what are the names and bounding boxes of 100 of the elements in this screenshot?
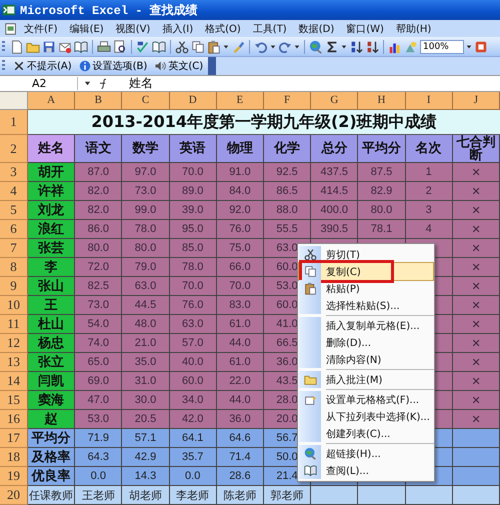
table-cell: 57.1 — [122, 429, 170, 448]
row-header[interactable]: 4 — [0, 182, 28, 201]
row-header[interactable]: 1 — [0, 110, 28, 135]
table-cell: 64.1 — [170, 429, 217, 448]
menu-item[interactable]: 设置单元格格式(F)... — [299, 391, 433, 408]
menu-item[interactable]: 视图(V) — [110, 22, 156, 36]
table-cell: 66.0 — [216, 258, 264, 277]
table-cell: ✕ — [452, 372, 500, 391]
column-header[interactable]: B — [75, 92, 122, 110]
menu-item[interactable]: 插入批注(M) — [299, 371, 433, 388]
row-header[interactable]: 14 — [0, 372, 28, 391]
column-heading: 平均分 — [358, 135, 406, 163]
table-cell: 95.0 — [170, 220, 217, 239]
formula-field[interactable]: 姓名 — [115, 75, 500, 92]
column-header[interactable]: A — [28, 92, 76, 110]
row-header[interactable]: 10 — [0, 296, 28, 315]
row-header[interactable]: 9 — [0, 277, 28, 296]
table-cell: 0.0 — [75, 467, 122, 486]
row-header[interactable]: 17 — [0, 429, 28, 448]
row-header[interactable]: 18 — [0, 448, 28, 467]
table-cell: 390.5 — [311, 220, 358, 239]
row-header[interactable]: 2 — [0, 135, 28, 163]
row-header[interactable]: 11 — [0, 315, 28, 334]
column-header[interactable]: F — [264, 92, 312, 110]
table-cell: 2 — [406, 182, 453, 201]
menu-item[interactable]: 插入(I) — [156, 22, 200, 36]
table-cell: 20.5 — [122, 410, 170, 429]
table-cell: 35.7 — [170, 448, 217, 467]
row-header[interactable]: 7 — [0, 239, 28, 258]
table-cell: 91.0 — [216, 163, 264, 182]
menu-item[interactable]: 创建列表(C)... — [299, 425, 433, 442]
column-header[interactable]: G — [311, 92, 358, 110]
row-header[interactable]: 6 — [0, 220, 28, 239]
table-cell: ✕ — [452, 315, 500, 334]
menu-item[interactable]: 复制(C) — [299, 263, 433, 280]
sheet-title: 2013-2014年度第一学期九年级(2)班期中成绩 — [28, 110, 500, 135]
row-header[interactable]: 20 — [0, 486, 28, 505]
table-cell: 34.0 — [170, 391, 217, 410]
row-header[interactable]: 16 — [0, 410, 28, 429]
table-cell: 杜山 — [28, 315, 76, 334]
table-cell: 79.0 — [122, 258, 170, 277]
table-cell: 75.0 — [216, 239, 264, 258]
table-cell: 28.6 — [216, 467, 264, 486]
row-header[interactable]: 12 — [0, 334, 28, 353]
table-cell: 55.5 — [264, 220, 312, 239]
table-cell: 80.0 — [75, 239, 122, 258]
menu-item[interactable]: 选择性粘贴(S)... — [299, 297, 433, 314]
table-cell: 王 — [28, 296, 76, 315]
menu-item[interactable]: 超链接(H)... — [299, 445, 433, 462]
menu-item[interactable]: 插入复制单元格(E)... — [299, 317, 433, 334]
table-cell: 78.1 — [358, 220, 406, 239]
column-heading: 语文 — [75, 135, 122, 163]
table-cell: 张山 — [28, 277, 76, 296]
menu-item[interactable]: 编辑(E) — [64, 22, 110, 36]
column-heading: 姓名 — [28, 135, 76, 163]
column-header[interactable]: D — [170, 92, 217, 110]
zoom-field[interactable]: 100% — [420, 40, 464, 54]
toolbar-button[interactable]: 英文(C) — [152, 59, 206, 73]
column-heading: 数学 — [122, 135, 170, 163]
menu-item[interactable]: 数据(D) — [292, 22, 340, 36]
menu-item[interactable]: 帮助(H) — [390, 22, 438, 36]
row-header[interactable]: 3 — [0, 163, 28, 182]
table-cell: 浪红 — [28, 220, 76, 239]
column-header[interactable]: I — [406, 92, 453, 110]
toolbar-button[interactable]: 设置选项(B) — [76, 59, 150, 73]
table-cell: ✕ — [452, 258, 500, 277]
table-cell: 74.0 — [75, 334, 122, 353]
table-cell: 86.5 — [264, 182, 312, 201]
table-cell: 14.3 — [122, 467, 170, 486]
table-cell: 平均分 — [28, 429, 76, 448]
row-header[interactable]: 15 — [0, 391, 28, 410]
table-cell: 414.5 — [311, 182, 358, 201]
menu-item[interactable]: 窗口(W) — [340, 22, 390, 36]
menu-item[interactable]: 工具(T) — [246, 22, 293, 36]
column-header[interactable]: H — [358, 92, 406, 110]
toolbar-button[interactable]: 不提示(A) — [11, 59, 74, 73]
table-cell: 69.0 — [75, 372, 122, 391]
row-header[interactable]: 13 — [0, 353, 28, 372]
column-header[interactable]: C — [122, 92, 170, 110]
table-cell: 92.5 — [264, 163, 312, 182]
table-cell: 39.0 — [170, 201, 217, 220]
column-header[interactable]: E — [216, 92, 264, 110]
table-cell: 78.0 — [170, 258, 217, 277]
table-cell: 72.0 — [75, 258, 122, 277]
menu-item[interactable]: 清除内容(N) — [299, 351, 433, 368]
name-box[interactable]: A2 — [0, 77, 78, 90]
menu-item[interactable]: 格式(O) — [199, 22, 247, 36]
table-cell: 胡开 — [28, 163, 76, 182]
row-header[interactable]: 5 — [0, 201, 28, 220]
table-cell: 杨忠 — [28, 334, 76, 353]
table-cell: 30.0 — [122, 391, 170, 410]
column-header[interactable]: J — [452, 92, 500, 110]
table-cell: 89.0 — [170, 182, 217, 201]
table-cell: 李老师 — [170, 486, 217, 505]
row-header[interactable]: 19 — [0, 467, 28, 486]
table-cell: 任课教师 — [28, 486, 76, 505]
row-header[interactable]: 8 — [0, 258, 28, 277]
table-cell: 64.6 — [216, 429, 264, 448]
menu-item[interactable]: 文件(F) — [18, 22, 64, 36]
table-cell: 400.0 — [311, 201, 358, 220]
